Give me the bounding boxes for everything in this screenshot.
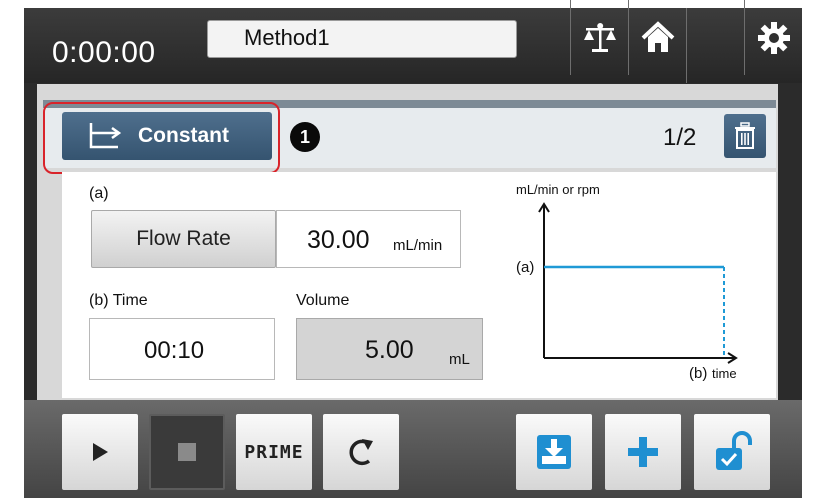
chart-b-marker: (b) <box>689 365 707 382</box>
prime-label: PRIME <box>244 441 304 463</box>
callout-marker: 1 <box>290 122 320 152</box>
chart-y-label: mL/min or rpm <box>516 182 600 197</box>
gear-icon <box>757 21 790 54</box>
home-icon <box>641 20 674 52</box>
play-button[interactable] <box>62 414 138 490</box>
header-divider <box>686 8 687 83</box>
unlock-button[interactable] <box>694 414 770 490</box>
balance-icon <box>583 22 616 52</box>
volume-label: Volume <box>296 292 350 309</box>
volume-field: 5.00 mL <box>296 318 483 380</box>
plus-icon <box>628 437 658 467</box>
segment-page-indicator: 1/2 <box>663 124 697 151</box>
method-name-field[interactable]: Method1 <box>207 20 517 58</box>
settings-button[interactable] <box>744 0 802 75</box>
flow-rate-label: (a) <box>89 185 109 202</box>
save-button[interactable] <box>516 414 592 490</box>
volume-unit: mL <box>449 351 470 368</box>
unlock-icon <box>716 431 752 470</box>
reset-icon <box>349 439 373 466</box>
prime-button[interactable]: PRIME <box>236 414 312 490</box>
time-value: 00:10 <box>144 337 205 364</box>
chart-a-marker: (a) <box>516 259 534 276</box>
flow-rate-unit: mL/min <box>393 237 443 254</box>
delete-segment-button[interactable] <box>724 114 766 158</box>
stop-icon <box>178 443 196 461</box>
flow-rate-button-label: Flow Rate <box>136 227 231 250</box>
profile-chart: mL/min or rpm (a) (b) time <box>516 182 738 382</box>
time-label: (b) Time <box>89 292 148 309</box>
callout-highlight <box>43 102 280 174</box>
add-segment-button[interactable] <box>605 414 681 490</box>
home-button[interactable] <box>628 0 686 75</box>
run-timer: 0:00:00 <box>52 36 156 69</box>
flow-rate-field[interactable]: 30.00 mL/min <box>276 210 461 268</box>
volume-value: 5.00 <box>365 336 414 364</box>
time-field[interactable]: 00:10 <box>89 318 275 380</box>
reset-button[interactable] <box>323 414 399 490</box>
chart-x-label: time <box>712 366 737 381</box>
bottom-toolbar <box>24 400 802 498</box>
save-icon <box>537 435 571 469</box>
flow-rate-button[interactable]: Flow Rate <box>91 210 276 268</box>
play-icon <box>93 443 108 461</box>
method-name-text: Method1 <box>244 25 330 50</box>
trash-icon <box>735 122 755 149</box>
flow-rate-value: 30.00 <box>307 226 370 254</box>
stop-button[interactable] <box>149 414 225 490</box>
balance-button[interactable] <box>570 0 628 75</box>
